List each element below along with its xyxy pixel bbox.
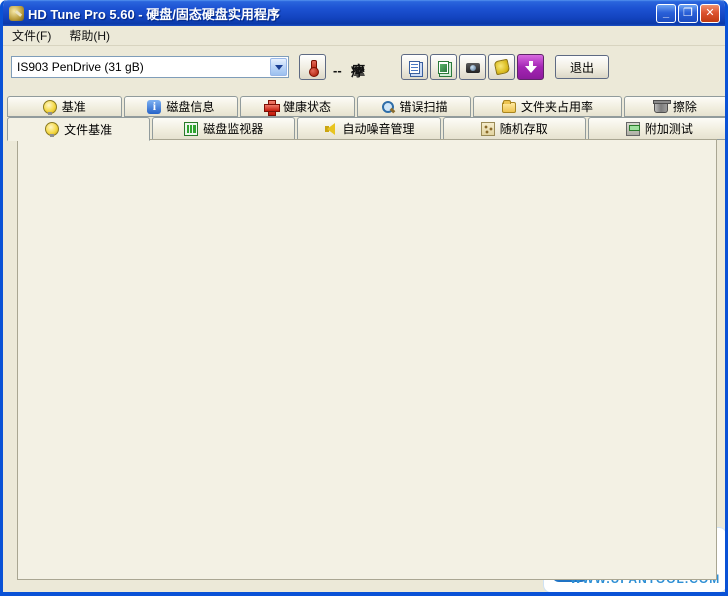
- tab-文件基准[interactable]: 文件基准: [7, 117, 150, 141]
- drive-select[interactable]: IS903 PenDrive (31 gB): [11, 56, 289, 78]
- file-benchmark-panel: [17, 139, 717, 580]
- copy-text-icon: [409, 61, 420, 74]
- speaker-icon: [324, 122, 338, 136]
- lightbulb-icon: [45, 122, 59, 136]
- window-title: HD Tune Pro 5.60 - 硬盘/固态硬盘实用程序: [28, 4, 280, 23]
- trash-icon: [654, 101, 668, 113]
- extra-tests-icon: [626, 122, 640, 136]
- screenshot-button[interactable]: [459, 54, 486, 80]
- copy-image-icon: [438, 61, 449, 74]
- save-icon: [493, 59, 510, 76]
- temperature-button[interactable]: [299, 54, 326, 80]
- tab-label: 自动噪音管理: [343, 120, 415, 137]
- thermometer-icon: [306, 60, 320, 74]
- tab-label: 磁盘信息: [166, 98, 214, 115]
- tab-磁盘信息[interactable]: 磁盘信息: [124, 96, 239, 117]
- tab-擦除[interactable]: 擦除: [624, 96, 727, 117]
- tab-row-1: 基准 磁盘信息 健康状态 错误扫描 文件夹占用率 擦除: [7, 96, 727, 117]
- drive-select-value: IS903 PenDrive (31 gB): [12, 60, 269, 74]
- minimize-button[interactable]: _: [656, 4, 676, 23]
- exit-button[interactable]: 退出: [555, 55, 609, 79]
- maximize-button[interactable]: ❐: [678, 4, 698, 23]
- copy-image-button[interactable]: [430, 54, 457, 80]
- tab-磁盘监视器[interactable]: 磁盘监视器: [152, 117, 295, 140]
- download-button[interactable]: [517, 54, 544, 80]
- tab-label: 健康状态: [283, 98, 331, 115]
- tab-label: 文件基准: [64, 121, 112, 138]
- lightbulb-icon: [43, 100, 57, 114]
- down-arrow-icon: [524, 60, 538, 74]
- menu-item-1[interactable]: 帮助(H): [60, 25, 119, 46]
- tab-基准[interactable]: 基准: [7, 96, 122, 117]
- menu-item-0[interactable]: 文件(F): [3, 25, 60, 46]
- tab-row-2: 文件基准 磁盘监视器 自动噪音管理 随机存取 附加测试: [7, 117, 728, 140]
- temperature-value: --: [333, 63, 342, 78]
- tab-label: 错误扫描: [400, 98, 448, 115]
- app-icon: [9, 6, 24, 21]
- copy-text-button[interactable]: [401, 54, 428, 80]
- tab-label: 附加测试: [645, 120, 693, 137]
- tab-错误扫描[interactable]: 错误扫描: [357, 96, 472, 117]
- tab-文件夹占用率[interactable]: 文件夹占用率: [473, 96, 621, 117]
- camera-icon: [466, 63, 480, 73]
- tab-label: 基准: [62, 98, 86, 115]
- tab-随机存取[interactable]: 随机存取: [443, 117, 586, 140]
- hd-tune-window: HD Tune Pro 5.60 - 硬盘/固态硬盘实用程序 _ ❐ ✕ 文件(…: [0, 0, 728, 596]
- tab-label: 磁盘监视器: [203, 120, 263, 137]
- tab-附加测试[interactable]: 附加测试: [588, 117, 728, 140]
- titlebar: HD Tune Pro 5.60 - 硬盘/固态硬盘实用程序 _ ❐ ✕: [3, 0, 725, 26]
- tab-自动噪音管理[interactable]: 自动噪音管理: [297, 117, 440, 140]
- random-access-icon: [481, 122, 495, 136]
- close-button[interactable]: ✕: [700, 4, 720, 23]
- temperature-unit: 癴: [351, 61, 365, 81]
- tab-label: 文件夹占用率: [521, 98, 593, 115]
- health-cross-icon: [264, 100, 278, 114]
- info-icon: [147, 100, 161, 114]
- tab-label: 擦除: [673, 98, 697, 115]
- folder-icon: [502, 102, 516, 113]
- tab-label: 随机存取: [500, 120, 548, 137]
- bar-chart-icon: [184, 122, 198, 136]
- chevron-down-icon[interactable]: [270, 58, 287, 76]
- save-button[interactable]: [488, 54, 515, 80]
- menubar: 文件(F)帮助(H): [3, 26, 725, 46]
- magnifier-icon: [381, 100, 395, 114]
- tab-健康状态[interactable]: 健康状态: [240, 96, 355, 117]
